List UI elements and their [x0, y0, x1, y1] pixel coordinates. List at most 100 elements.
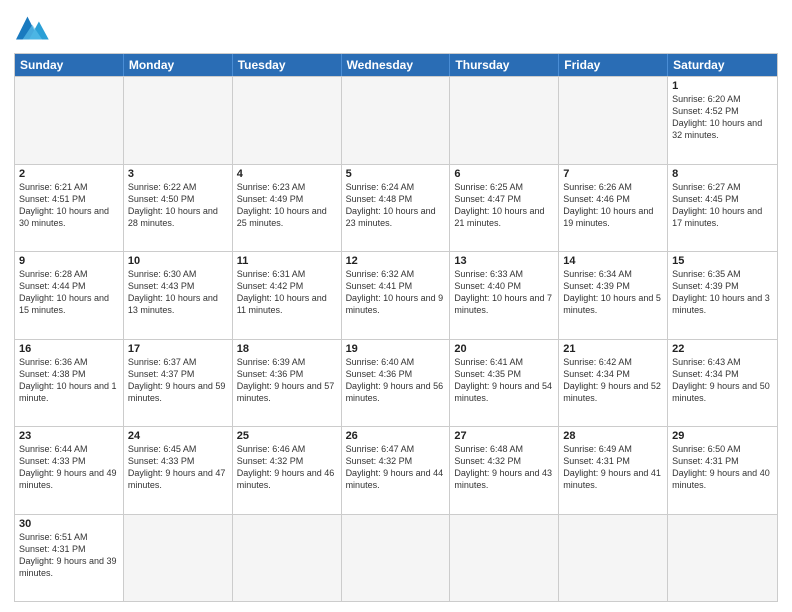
- day-info: Sunrise: 6:44 AM Sunset: 4:33 PM Dayligh…: [19, 443, 119, 492]
- day-info: Sunrise: 6:50 AM Sunset: 4:31 PM Dayligh…: [672, 443, 773, 492]
- day-number: 8: [672, 168, 773, 180]
- day-number: 9: [19, 255, 119, 267]
- day-info: Sunrise: 6:47 AM Sunset: 4:32 PM Dayligh…: [346, 443, 446, 492]
- day-info: Sunrise: 6:22 AM Sunset: 4:50 PM Dayligh…: [128, 181, 228, 230]
- calendar-cell: 2Sunrise: 6:21 AM Sunset: 4:51 PM Daylig…: [15, 165, 124, 252]
- calendar-cell: 30Sunrise: 6:51 AM Sunset: 4:31 PM Dayli…: [15, 515, 124, 602]
- day-number: 25: [237, 430, 337, 442]
- calendar-cell: 16Sunrise: 6:36 AM Sunset: 4:38 PM Dayli…: [15, 340, 124, 427]
- calendar-cell: [668, 515, 777, 602]
- calendar-cell: 24Sunrise: 6:45 AM Sunset: 4:33 PM Dayli…: [124, 427, 233, 514]
- day-info: Sunrise: 6:46 AM Sunset: 4:32 PM Dayligh…: [237, 443, 337, 492]
- weekday-header-monday: Monday: [124, 54, 233, 76]
- day-info: Sunrise: 6:27 AM Sunset: 4:45 PM Dayligh…: [672, 181, 773, 230]
- day-info: Sunrise: 6:23 AM Sunset: 4:49 PM Dayligh…: [237, 181, 337, 230]
- calendar-cell: 9Sunrise: 6:28 AM Sunset: 4:44 PM Daylig…: [15, 252, 124, 339]
- calendar-cell: 18Sunrise: 6:39 AM Sunset: 4:36 PM Dayli…: [233, 340, 342, 427]
- day-info: Sunrise: 6:33 AM Sunset: 4:40 PM Dayligh…: [454, 268, 554, 317]
- day-number: 5: [346, 168, 446, 180]
- day-info: Sunrise: 6:28 AM Sunset: 4:44 PM Dayligh…: [19, 268, 119, 317]
- calendar-cell: [342, 77, 451, 164]
- day-number: 30: [19, 518, 119, 530]
- calendar-cell: [15, 77, 124, 164]
- day-number: 4: [237, 168, 337, 180]
- day-number: 13: [454, 255, 554, 267]
- calendar-cell: [233, 515, 342, 602]
- calendar-row-3: 9Sunrise: 6:28 AM Sunset: 4:44 PM Daylig…: [15, 251, 777, 339]
- day-info: Sunrise: 6:43 AM Sunset: 4:34 PM Dayligh…: [672, 356, 773, 405]
- day-info: Sunrise: 6:30 AM Sunset: 4:43 PM Dayligh…: [128, 268, 228, 317]
- calendar-cell: [559, 515, 668, 602]
- calendar-header: SundayMondayTuesdayWednesdayThursdayFrid…: [15, 54, 777, 76]
- weekday-header-sunday: Sunday: [15, 54, 124, 76]
- day-number: 1: [672, 80, 773, 92]
- day-number: 6: [454, 168, 554, 180]
- weekday-header-friday: Friday: [559, 54, 668, 76]
- day-info: Sunrise: 6:49 AM Sunset: 4:31 PM Dayligh…: [563, 443, 663, 492]
- calendar-cell: [559, 77, 668, 164]
- day-info: Sunrise: 6:24 AM Sunset: 4:48 PM Dayligh…: [346, 181, 446, 230]
- day-number: 18: [237, 343, 337, 355]
- day-number: 27: [454, 430, 554, 442]
- calendar-cell: 5Sunrise: 6:24 AM Sunset: 4:48 PM Daylig…: [342, 165, 451, 252]
- day-info: Sunrise: 6:26 AM Sunset: 4:46 PM Dayligh…: [563, 181, 663, 230]
- calendar-cell: 19Sunrise: 6:40 AM Sunset: 4:36 PM Dayli…: [342, 340, 451, 427]
- day-number: 28: [563, 430, 663, 442]
- calendar-cell: 7Sunrise: 6:26 AM Sunset: 4:46 PM Daylig…: [559, 165, 668, 252]
- calendar-cell: 29Sunrise: 6:50 AM Sunset: 4:31 PM Dayli…: [668, 427, 777, 514]
- weekday-header-saturday: Saturday: [668, 54, 777, 76]
- day-number: 7: [563, 168, 663, 180]
- day-number: 20: [454, 343, 554, 355]
- weekday-header-wednesday: Wednesday: [342, 54, 451, 76]
- header: [14, 10, 778, 47]
- calendar-row-1: 1Sunrise: 6:20 AM Sunset: 4:52 PM Daylig…: [15, 76, 777, 164]
- calendar-cell: [450, 77, 559, 164]
- logo-icon: [16, 14, 52, 42]
- calendar-cell: [450, 515, 559, 602]
- calendar-cell: 12Sunrise: 6:32 AM Sunset: 4:41 PM Dayli…: [342, 252, 451, 339]
- day-info: Sunrise: 6:20 AM Sunset: 4:52 PM Dayligh…: [672, 93, 773, 142]
- day-number: 17: [128, 343, 228, 355]
- weekday-header-tuesday: Tuesday: [233, 54, 342, 76]
- calendar-cell: 25Sunrise: 6:46 AM Sunset: 4:32 PM Dayli…: [233, 427, 342, 514]
- day-number: 10: [128, 255, 228, 267]
- calendar-cell: 4Sunrise: 6:23 AM Sunset: 4:49 PM Daylig…: [233, 165, 342, 252]
- calendar-cell: 10Sunrise: 6:30 AM Sunset: 4:43 PM Dayli…: [124, 252, 233, 339]
- calendar-row-6: 30Sunrise: 6:51 AM Sunset: 4:31 PM Dayli…: [15, 514, 777, 602]
- day-info: Sunrise: 6:35 AM Sunset: 4:39 PM Dayligh…: [672, 268, 773, 317]
- calendar-cell: 6Sunrise: 6:25 AM Sunset: 4:47 PM Daylig…: [450, 165, 559, 252]
- day-number: 24: [128, 430, 228, 442]
- day-info: Sunrise: 6:42 AM Sunset: 4:34 PM Dayligh…: [563, 356, 663, 405]
- day-info: Sunrise: 6:37 AM Sunset: 4:37 PM Dayligh…: [128, 356, 228, 405]
- day-info: Sunrise: 6:40 AM Sunset: 4:36 PM Dayligh…: [346, 356, 446, 405]
- day-number: 19: [346, 343, 446, 355]
- day-number: 23: [19, 430, 119, 442]
- day-number: 26: [346, 430, 446, 442]
- day-number: 2: [19, 168, 119, 180]
- day-info: Sunrise: 6:21 AM Sunset: 4:51 PM Dayligh…: [19, 181, 119, 230]
- calendar-cell: 21Sunrise: 6:42 AM Sunset: 4:34 PM Dayli…: [559, 340, 668, 427]
- calendar-cell: 3Sunrise: 6:22 AM Sunset: 4:50 PM Daylig…: [124, 165, 233, 252]
- calendar-cell: 28Sunrise: 6:49 AM Sunset: 4:31 PM Dayli…: [559, 427, 668, 514]
- calendar-row-2: 2Sunrise: 6:21 AM Sunset: 4:51 PM Daylig…: [15, 164, 777, 252]
- calendar-cell: [124, 77, 233, 164]
- day-number: 16: [19, 343, 119, 355]
- calendar-cell: [342, 515, 451, 602]
- calendar-cell: 27Sunrise: 6:48 AM Sunset: 4:32 PM Dayli…: [450, 427, 559, 514]
- day-info: Sunrise: 6:41 AM Sunset: 4:35 PM Dayligh…: [454, 356, 554, 405]
- calendar-cell: [124, 515, 233, 602]
- calendar: SundayMondayTuesdayWednesdayThursdayFrid…: [14, 53, 778, 602]
- day-info: Sunrise: 6:51 AM Sunset: 4:31 PM Dayligh…: [19, 531, 119, 580]
- calendar-cell: 1Sunrise: 6:20 AM Sunset: 4:52 PM Daylig…: [668, 77, 777, 164]
- calendar-cell: 23Sunrise: 6:44 AM Sunset: 4:33 PM Dayli…: [15, 427, 124, 514]
- calendar-cell: 20Sunrise: 6:41 AM Sunset: 4:35 PM Dayli…: [450, 340, 559, 427]
- calendar-cell: 8Sunrise: 6:27 AM Sunset: 4:45 PM Daylig…: [668, 165, 777, 252]
- day-info: Sunrise: 6:32 AM Sunset: 4:41 PM Dayligh…: [346, 268, 446, 317]
- calendar-cell: 22Sunrise: 6:43 AM Sunset: 4:34 PM Dayli…: [668, 340, 777, 427]
- day-info: Sunrise: 6:36 AM Sunset: 4:38 PM Dayligh…: [19, 356, 119, 405]
- calendar-row-4: 16Sunrise: 6:36 AM Sunset: 4:38 PM Dayli…: [15, 339, 777, 427]
- calendar-cell: [233, 77, 342, 164]
- day-info: Sunrise: 6:25 AM Sunset: 4:47 PM Dayligh…: [454, 181, 554, 230]
- calendar-cell: 14Sunrise: 6:34 AM Sunset: 4:39 PM Dayli…: [559, 252, 668, 339]
- calendar-row-5: 23Sunrise: 6:44 AM Sunset: 4:33 PM Dayli…: [15, 426, 777, 514]
